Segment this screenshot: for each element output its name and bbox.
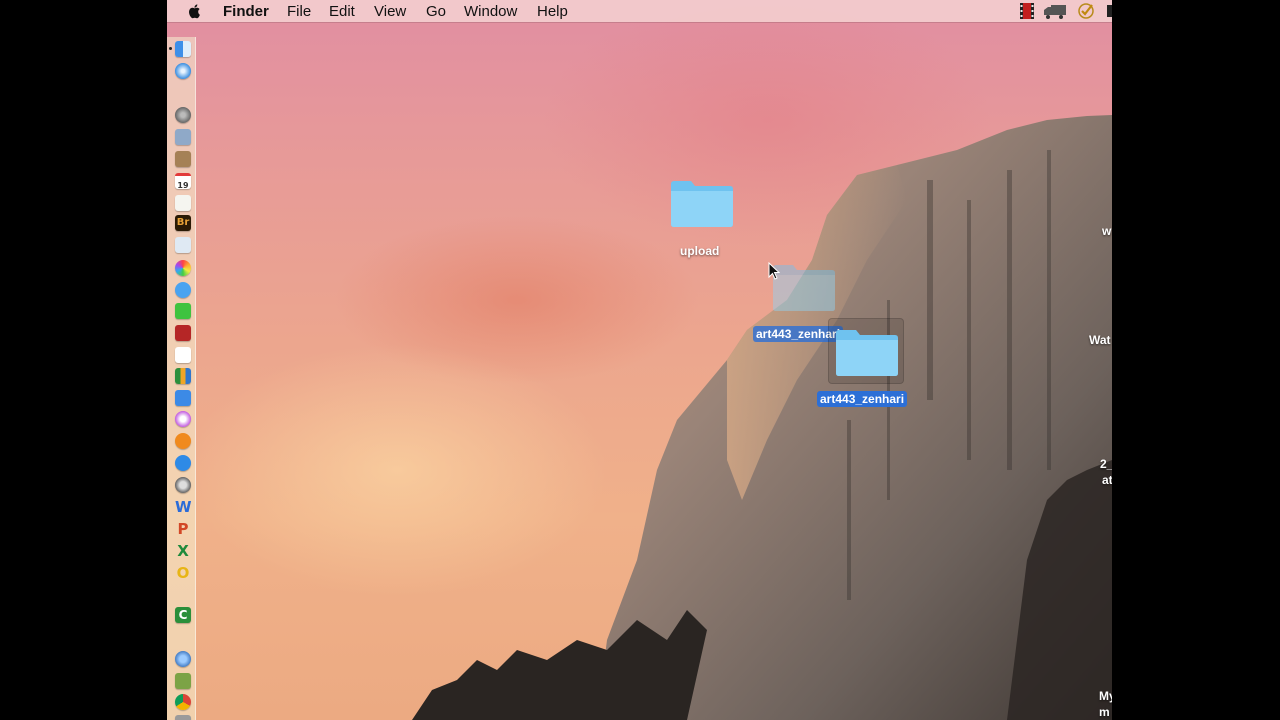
bridge-icon[interactable]: Br: [175, 215, 191, 231]
folder-upload-label[interactable]: upload: [680, 244, 719, 258]
dock: 19 Br W P X O C: [167, 37, 196, 720]
finder-icon[interactable]: [175, 41, 191, 57]
excel-icon[interactable]: X: [175, 543, 191, 559]
wallpaper-cliff-image: [412, 115, 1112, 720]
ibooks-icon[interactable]: [175, 433, 191, 449]
safari-icon[interactable]: [175, 63, 191, 79]
powerpoint-icon[interactable]: P: [175, 521, 191, 537]
dragging-folder-icon: [771, 262, 837, 312]
photo-booth-icon[interactable]: [175, 325, 191, 341]
edge-label[interactable]: at: [1102, 473, 1112, 487]
numbers-icon[interactable]: [175, 368, 191, 384]
mouse-cursor-icon: [768, 262, 780, 280]
messages-icon[interactable]: [175, 282, 191, 298]
network-icon[interactable]: [175, 651, 191, 667]
menu-app-name[interactable]: Finder: [223, 3, 269, 20]
archive-icon[interactable]: [175, 673, 191, 689]
launchpad-icon[interactable]: [175, 107, 191, 123]
edge-label[interactable]: w: [1102, 224, 1111, 238]
film-icon[interactable]: [1019, 2, 1035, 20]
menu-view[interactable]: View: [374, 3, 406, 20]
textedit-icon[interactable]: [175, 195, 191, 211]
system-preferences-icon[interactable]: [175, 477, 191, 493]
preview-icon[interactable]: [175, 237, 191, 253]
keynote-icon[interactable]: [175, 390, 191, 406]
folder-upload-icon[interactable]: [669, 178, 735, 228]
menu-go[interactable]: Go: [426, 3, 446, 20]
app-store-icon[interactable]: [175, 455, 191, 471]
edge-label[interactable]: Wat: [1089, 333, 1111, 347]
facetime-icon[interactable]: [175, 303, 191, 319]
word-icon[interactable]: W: [175, 499, 192, 515]
menu-help[interactable]: Help: [537, 3, 568, 20]
photos-icon[interactable]: [175, 260, 191, 276]
mail-stamp-icon[interactable]: [175, 129, 191, 145]
menu-edit[interactable]: Edit: [329, 3, 355, 20]
menu-window[interactable]: Window: [464, 3, 517, 20]
truck-icon[interactable]: [1043, 2, 1067, 20]
trash-icon[interactable]: [175, 715, 191, 720]
desktop-screen: Finder File Edit View Go Window Help 19 …: [167, 0, 1112, 720]
menu-bar: Finder File Edit View Go Window Help: [167, 0, 1112, 22]
partial-icon[interactable]: [1105, 2, 1112, 20]
menu-file[interactable]: File: [287, 3, 311, 20]
edge-label[interactable]: My: [1099, 689, 1112, 703]
edge-label[interactable]: 2_: [1100, 457, 1112, 471]
apple-icon[interactable]: [187, 3, 202, 19]
camtasia-icon[interactable]: C: [175, 607, 191, 623]
outlook-icon[interactable]: O: [175, 565, 191, 581]
running-indicator: [169, 47, 172, 50]
folder-art443-zenhari-label[interactable]: art443_zenhari: [817, 391, 908, 407]
itunes-icon[interactable]: [175, 411, 191, 427]
reminders-icon[interactable]: [175, 347, 191, 363]
notes-book-icon[interactable]: [175, 151, 191, 167]
calendar-icon[interactable]: 19: [175, 173, 191, 190]
edge-label[interactable]: m: [1099, 705, 1110, 719]
chrome-icon[interactable]: [175, 694, 191, 710]
checkmark-icon[interactable]: [1077, 2, 1095, 20]
folder-art443-zenhari-icon[interactable]: [834, 327, 900, 377]
